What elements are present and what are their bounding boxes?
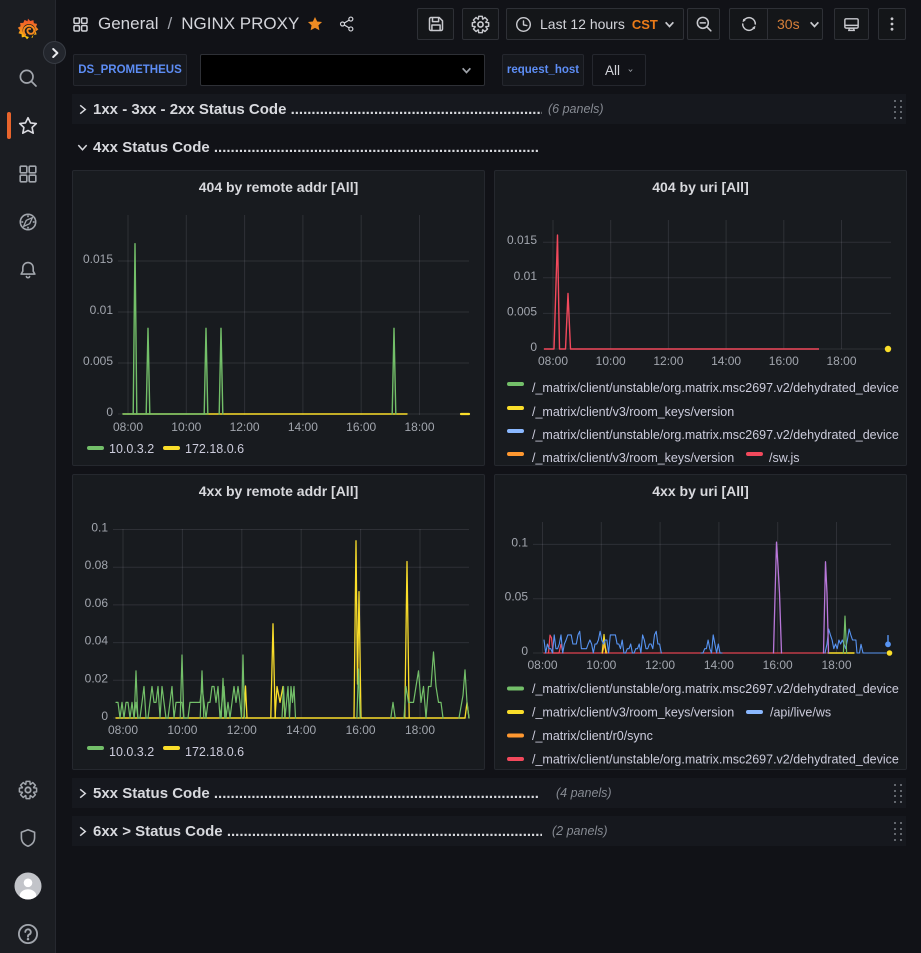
- svg-text:14:00: 14:00: [704, 658, 734, 672]
- svg-text:0.005: 0.005: [507, 304, 537, 318]
- svg-text:0.08: 0.08: [85, 558, 109, 572]
- svg-text:/_matrix/client/v3/room_keys/v: /_matrix/client/v3/room_keys/version: [532, 451, 734, 465]
- svg-text:/_matrix/client/unstable/org.m: /_matrix/client/unstable/org.matrix.msc2…: [532, 381, 899, 395]
- svg-text:08:00: 08:00: [527, 658, 557, 672]
- svg-text:14:00: 14:00: [286, 723, 316, 737]
- svg-text:/_matrix/client/v3/room_keys/v: /_matrix/client/v3/room_keys/version: [532, 405, 734, 419]
- svg-text:16:00: 16:00: [769, 354, 799, 368]
- svg-text:10.0.3.2: 10.0.3.2: [109, 442, 154, 456]
- svg-text:12:00: 12:00: [230, 420, 260, 434]
- svg-text:16:00: 16:00: [346, 723, 376, 737]
- svg-text:0.1: 0.1: [511, 535, 528, 549]
- svg-text:10:00: 10:00: [171, 420, 201, 434]
- svg-text:10:00: 10:00: [596, 354, 626, 368]
- svg-text:12:00: 12:00: [227, 723, 257, 737]
- svg-text:/api/live/ws: /api/live/ws: [770, 706, 831, 720]
- svg-text:12:00: 12:00: [645, 658, 675, 672]
- svg-text:0: 0: [106, 405, 113, 419]
- svg-text:/_matrix/client/v3/room_keys/v: /_matrix/client/v3/room_keys/version: [532, 706, 734, 720]
- svg-text:/_matrix/client/unstable/org.m: /_matrix/client/unstable/org.matrix.msc2…: [532, 753, 899, 767]
- svg-text:18:00: 18:00: [405, 723, 435, 737]
- svg-text:/_matrix/client/r0/sync: /_matrix/client/r0/sync: [532, 729, 653, 743]
- svg-text:14:00: 14:00: [711, 354, 741, 368]
- svg-text:0.005: 0.005: [83, 354, 113, 368]
- svg-text:0.06: 0.06: [85, 596, 109, 610]
- svg-text:0.015: 0.015: [507, 233, 537, 247]
- svg-text:172.18.0.6: 172.18.0.6: [185, 442, 244, 456]
- svg-text:18:00: 18:00: [404, 420, 434, 434]
- svg-text:0.01: 0.01: [514, 269, 538, 283]
- svg-text:0.1: 0.1: [91, 521, 108, 535]
- svg-text:0: 0: [521, 644, 528, 658]
- svg-text:10:00: 10:00: [586, 658, 616, 672]
- svg-text:0.05: 0.05: [505, 590, 529, 604]
- svg-text:16:00: 16:00: [763, 658, 793, 672]
- svg-text:0.02: 0.02: [85, 671, 109, 685]
- svg-text:/_matrix/client/unstable/org.m: /_matrix/client/unstable/org.matrix.msc2…: [532, 428, 899, 442]
- svg-text:0.01: 0.01: [90, 303, 114, 317]
- svg-text:/sw.js: /sw.js: [769, 451, 800, 465]
- svg-text:14:00: 14:00: [288, 420, 318, 434]
- svg-text:0.015: 0.015: [83, 252, 113, 266]
- svg-text:08:00: 08:00: [113, 420, 143, 434]
- svg-text:16:00: 16:00: [346, 420, 376, 434]
- svg-text:10:00: 10:00: [167, 723, 197, 737]
- svg-text:12:00: 12:00: [653, 354, 683, 368]
- svg-text:/_matrix/client/unstable/org.m: /_matrix/client/unstable/org.matrix.msc2…: [532, 682, 899, 696]
- svg-text:08:00: 08:00: [108, 723, 138, 737]
- svg-text:172.18.0.6: 172.18.0.6: [185, 745, 244, 759]
- svg-text:18:00: 18:00: [821, 658, 851, 672]
- svg-text:10.0.3.2: 10.0.3.2: [109, 745, 154, 759]
- svg-text:18:00: 18:00: [826, 354, 856, 368]
- svg-text:0: 0: [530, 340, 537, 354]
- svg-text:0.04: 0.04: [85, 634, 109, 648]
- svg-text:0: 0: [101, 709, 108, 723]
- svg-text:08:00: 08:00: [538, 354, 568, 368]
